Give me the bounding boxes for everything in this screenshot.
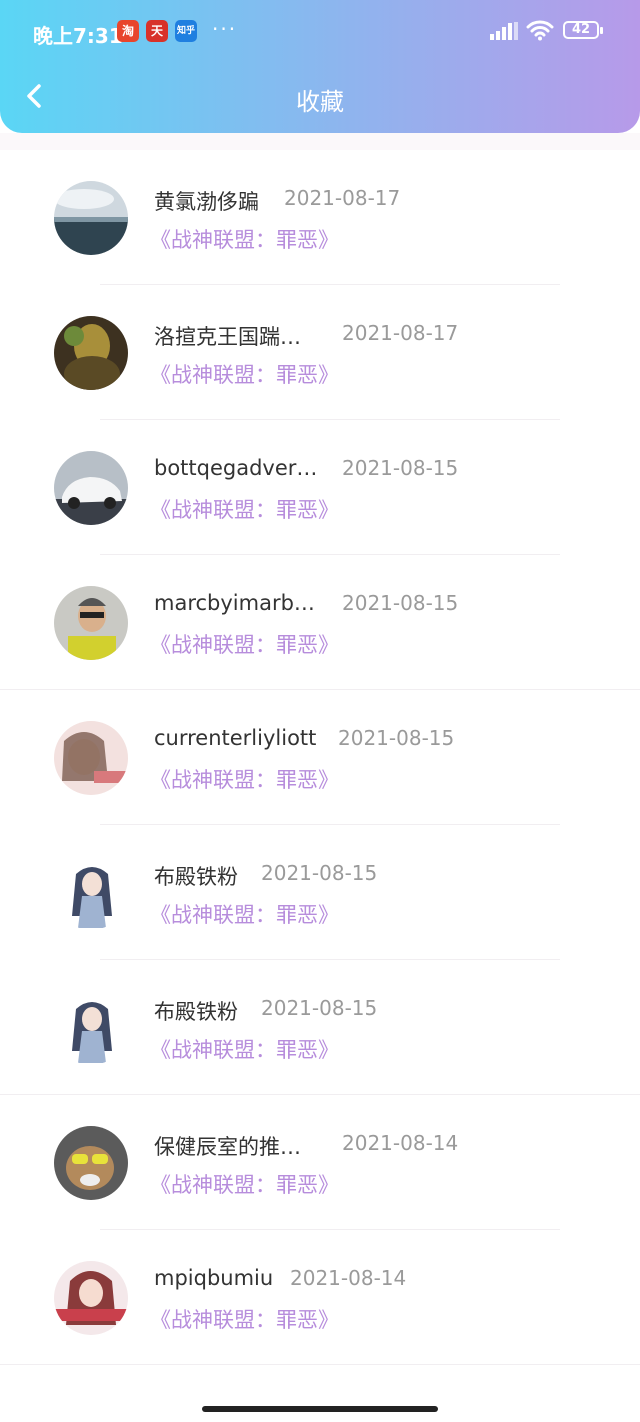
more-notifications-icon: ···: [212, 17, 238, 41]
work-title[interactable]: 《战神联盟：罪恶》: [150, 899, 339, 929]
list-item[interactable]: 黄氯渤侈蹁 2021-08-17 《战神联盟：罪恶》: [0, 150, 640, 285]
status-time: 晚上7:31: [33, 24, 123, 48]
tmall-icon: 天: [146, 20, 168, 42]
work-title[interactable]: 《战神联盟：罪恶》: [150, 359, 339, 389]
user-name: bottqegadver…: [154, 456, 318, 480]
user-name: 黄氯渤侈蹁: [154, 190, 259, 214]
avatar: [54, 316, 128, 390]
favorite-date: 2021-08-15: [342, 591, 459, 615]
divider: [0, 1364, 640, 1365]
favorite-date: 2021-08-15: [338, 726, 455, 750]
user-name: mpiqbumiu: [154, 1266, 274, 1290]
avatar: [54, 991, 128, 1065]
list-item[interactable]: 保健辰室的推… 2021-08-14 《战神联盟：罪恶》: [0, 1095, 640, 1230]
list-item[interactable]: mpiqbumiu 2021-08-14 《战神联盟：罪恶》: [0, 1230, 640, 1365]
user-name: marcbyimarb…: [154, 591, 315, 615]
favorite-date: 2021-08-17: [284, 186, 401, 210]
user-name: 洛揎克王国踹…: [154, 325, 301, 349]
favorite-date: 2021-08-15: [261, 861, 378, 885]
work-title[interactable]: 《战神联盟：罪恶》: [150, 1169, 339, 1199]
avatar: [54, 586, 128, 660]
work-title[interactable]: 《战神联盟：罪恶》: [150, 629, 339, 659]
user-name: 保健辰室的推…: [154, 1135, 301, 1159]
list-item[interactable]: 布殿铁粉 2021-08-15 《战神联盟：罪恶》: [0, 825, 640, 960]
list-item[interactable]: currenterliyliott 2021-08-15 《战神联盟：罪恶》: [0, 690, 640, 825]
taobao-icon: 淘: [117, 20, 139, 42]
favorite-date: 2021-08-14: [290, 1266, 407, 1290]
user-name: currenterliyliott: [154, 726, 317, 750]
list-item[interactable]: bottqegadver… 2021-08-15 《战神联盟：罪恶》: [0, 420, 640, 555]
avatar: [54, 856, 128, 930]
battery-icon: 42: [563, 21, 603, 39]
work-title[interactable]: 《战神联盟：罪恶》: [150, 1034, 339, 1064]
wifi-icon: [526, 20, 554, 41]
avatar: [54, 1126, 128, 1200]
work-title[interactable]: 《战神联盟：罪恶》: [150, 494, 339, 524]
favorite-date: 2021-08-17: [342, 321, 459, 345]
header-bar: 晚上7:31 淘 天 知乎 ··· 42 收藏: [0, 0, 640, 133]
favorite-date: 2021-08-15: [342, 456, 459, 480]
work-title[interactable]: 《战神联盟：罪恶》: [150, 764, 339, 794]
header-divider-strip: [0, 133, 640, 150]
avatar: [54, 451, 128, 525]
work-title[interactable]: 《战神联盟：罪恶》: [150, 1304, 339, 1334]
favorite-date: 2021-08-14: [342, 1131, 459, 1155]
favorite-date: 2021-08-15: [261, 996, 378, 1020]
signal-icon: [490, 22, 518, 40]
user-name: 布殿铁粉: [154, 865, 238, 889]
home-indicator[interactable]: [202, 1406, 438, 1412]
user-name: 布殿铁粉: [154, 1000, 238, 1024]
page-title: 收藏: [296, 88, 344, 116]
avatar: [54, 181, 128, 255]
list-item[interactable]: 洛揎克王国踹… 2021-08-17 《战神联盟：罪恶》: [0, 285, 640, 420]
list-item[interactable]: marcbyimarb… 2021-08-15 《战神联盟：罪恶》: [0, 555, 640, 690]
work-title[interactable]: 《战神联盟：罪恶》: [150, 224, 339, 254]
avatar: [54, 721, 128, 795]
list-item[interactable]: 布殿铁粉 2021-08-15 《战神联盟：罪恶》: [0, 960, 640, 1095]
avatar: [54, 1261, 128, 1335]
zhihu-icon: 知乎: [175, 20, 197, 42]
